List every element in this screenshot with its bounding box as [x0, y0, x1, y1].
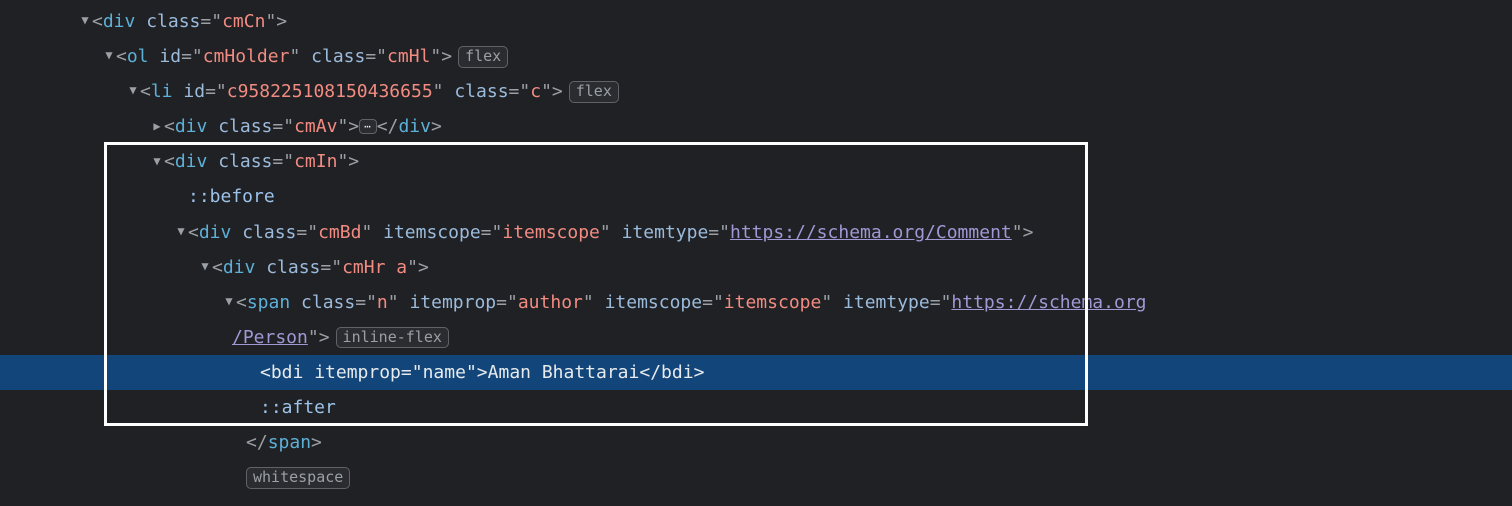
dom-node-span-n-wrap[interactable]: /Person">inline-flex: [0, 320, 1512, 355]
whitespace-node[interactable]: whitespace: [0, 460, 1512, 495]
whitespace-badge[interactable]: whitespace: [246, 467, 350, 489]
ellipsis-icon[interactable]: ⋯: [359, 119, 377, 134]
pseudo-before[interactable]: ::before: [0, 179, 1512, 214]
pseudo-after[interactable]: ::after: [0, 390, 1512, 425]
disclosure-triangle-icon[interactable]: [102, 44, 116, 67]
disclosure-triangle-icon[interactable]: [78, 9, 92, 32]
disclosure-triangle-icon[interactable]: [174, 220, 188, 243]
disclosure-triangle-icon[interactable]: [126, 79, 140, 102]
layout-badge-inline-flex[interactable]: inline-flex: [336, 327, 449, 349]
dom-node-div-cmHr[interactable]: <div class="cmHr a">: [0, 250, 1512, 285]
dom-node-bdi-selected[interactable]: <bdi itemprop="name">Aman Bhattarai</bdi…: [0, 355, 1512, 390]
dom-node-span-close[interactable]: </span>: [0, 425, 1512, 460]
dom-node-div-cmIn[interactable]: <div class="cmIn">: [0, 144, 1512, 179]
layout-badge-flex[interactable]: flex: [569, 81, 619, 103]
dom-node-li[interactable]: <li id="c958225108150436655" class="c">f…: [0, 74, 1512, 109]
dom-node-div-cmCn[interactable]: <div class="cmCn">: [0, 4, 1512, 39]
disclosure-triangle-icon[interactable]: [150, 115, 164, 138]
dom-node-span-n[interactable]: <span class="n" itemprop="author" itemsc…: [0, 285, 1512, 320]
dom-tree-pane[interactable]: <div class="cmCn"> <ol id="cmHolder" cla…: [0, 0, 1512, 495]
dom-node-div-cmAv[interactable]: <div class="cmAv">⋯</div>: [0, 109, 1512, 144]
dom-node-ol-cmHolder[interactable]: <ol id="cmHolder" class="cmHl">flex: [0, 39, 1512, 74]
dom-node-div-cmBd[interactable]: <div class="cmBd" itemscope="itemscope" …: [0, 215, 1512, 250]
layout-badge-flex[interactable]: flex: [458, 46, 508, 68]
disclosure-triangle-icon[interactable]: [150, 150, 164, 173]
disclosure-triangle-icon[interactable]: [198, 255, 212, 278]
text-author-name: Aman Bhattarai: [488, 362, 640, 383]
disclosure-triangle-icon[interactable]: [222, 290, 236, 313]
